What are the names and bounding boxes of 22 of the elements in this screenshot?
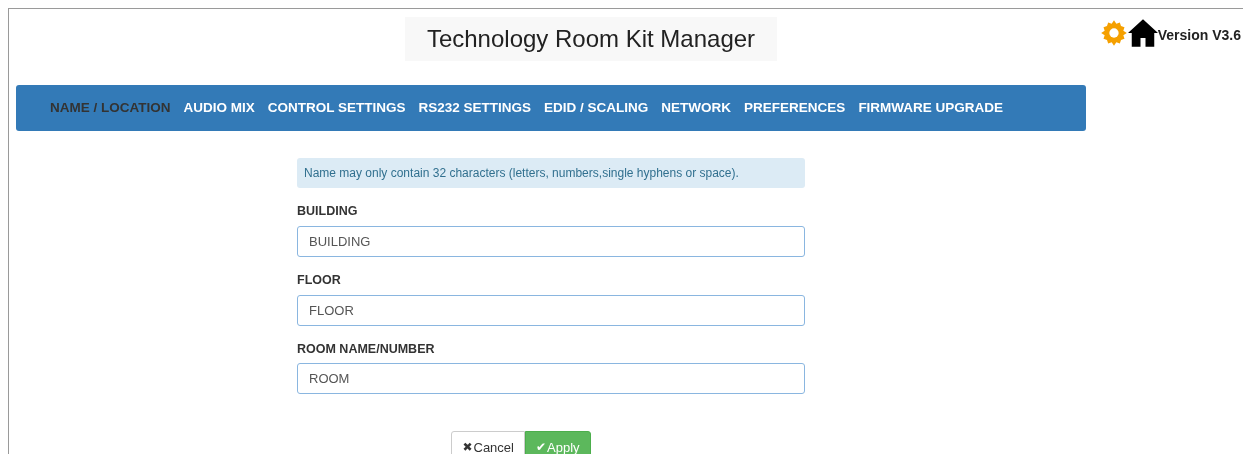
nav-tab[interactable]: NAME / LOCATION (50, 97, 171, 119)
nav-tab[interactable]: EDID / SCALING (544, 97, 649, 119)
input-field[interactable]: FLOOR (297, 294, 805, 326)
home-icon[interactable] (1127, 19, 1158, 47)
version-label: Version V3.6 (1157, 26, 1241, 45)
input-field[interactable]: BUILDING (297, 225, 805, 257)
cross-icon: ✖ (462, 438, 473, 454)
cancel-button[interactable]: ✖Cancel (451, 431, 525, 454)
nav-tab[interactable]: FIRMWARE UPGRADE (858, 97, 1004, 119)
input-field[interactable]: ROOM (297, 363, 805, 395)
check-icon: ✔ (535, 438, 547, 454)
field-label: FLOOR (297, 271, 342, 289)
nav-tab[interactable]: PREFERENCES (744, 97, 846, 119)
apply-button[interactable]: ✔Apply (524, 431, 591, 454)
nav-tab[interactable]: AUDIO MIX (183, 97, 255, 119)
notice-message: Name may only contain 32 characters (letters, numbers,single hyphens or space). (297, 158, 805, 188)
nav-tab[interactable]: CONTROL SETTINGS (267, 97, 406, 119)
page-title: Technology Room Kit Manager (404, 17, 778, 61)
nav-tab[interactable]: RS232 SETTINGS (418, 97, 532, 119)
field-label: ROOM NAME/NUMBER (297, 340, 436, 358)
field-label: BUILDING (297, 203, 359, 220)
nav-tab[interactable]: NETWORK (661, 97, 732, 119)
